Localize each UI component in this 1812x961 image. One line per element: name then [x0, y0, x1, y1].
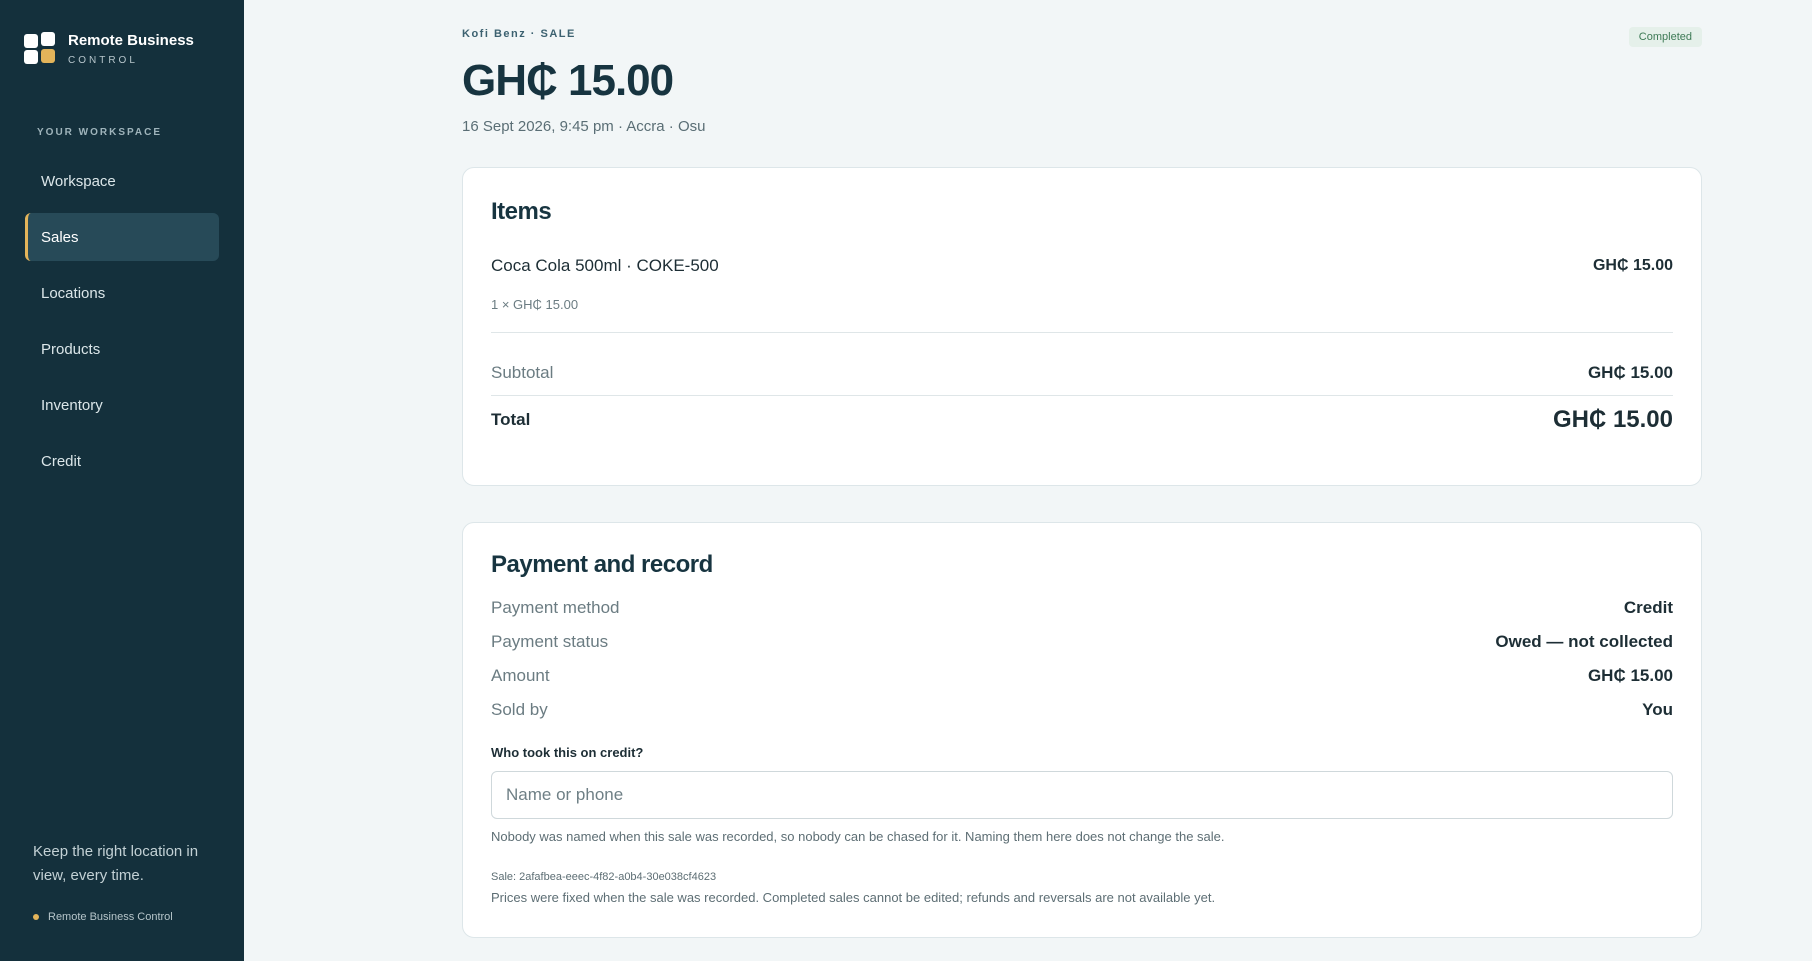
subtotal-row: Subtotal GH₵ 15.00: [491, 363, 1673, 383]
total-value: GH₵ 15.00: [1552, 406, 1673, 433]
list-item: Coca Cola 500ml · COKE-500 GH₵ 15.00: [491, 256, 1673, 276]
brand-logo-icon: [24, 32, 56, 64]
sidebar-item-locations[interactable]: Locations: [25, 269, 219, 317]
sidebar-footer: Remote Business Control: [33, 911, 173, 923]
amount-row: Amount GH₵ 15.00: [491, 666, 1673, 686]
sale-note: Prices were fixed when the sale was reco…: [491, 890, 1216, 905]
page-title: GH₵ 15.00: [462, 56, 674, 105]
divider: [491, 395, 1673, 396]
sold-by-value: You: [1642, 700, 1673, 719]
sidebar-tagline: Keep the right location in view, every t…: [33, 843, 199, 884]
sidebar-item-workspace[interactable]: Workspace: [25, 157, 219, 205]
total-label: Total: [491, 410, 531, 429]
payment-method-label: Payment method: [491, 598, 620, 617]
status-badge: Completed: [1628, 27, 1702, 47]
items-card-title: Items: [491, 198, 552, 225]
credit-customer-label: Who took this on credit?: [491, 745, 644, 760]
sold-by-row: Sold by You: [491, 700, 1673, 720]
payment-card: Payment and record Payment method Credit…: [462, 522, 1702, 938]
subtotal-value: GH₵ 15.00: [1587, 363, 1673, 382]
credit-help-text: Nobody was named when this sale was reco…: [491, 829, 1225, 844]
subtotal-label: Subtotal: [491, 363, 554, 382]
payment-method-row: Payment method Credit: [491, 598, 1673, 618]
status-dot-icon: [33, 914, 39, 920]
sale-id: Sale: 2afafbea-eeec-4f82-a0b4-30e038cf46…: [491, 871, 717, 883]
payment-method-value: Credit: [1623, 598, 1673, 617]
item-name: Coca Cola 500ml · COKE-500: [491, 256, 719, 275]
amount-value: GH₵ 15.00: [1587, 666, 1673, 685]
sidebar: Remote Business CONTROL YOUR WORKSPACE W…: [0, 0, 244, 961]
sidebar-item-products[interactable]: Products: [25, 325, 219, 373]
sidebar-item-inventory[interactable]: Inventory: [25, 381, 219, 429]
items-card: Items Coca Cola 500ml · COKE-500 GH₵ 15.…: [462, 167, 1702, 486]
sale-meta: 16 Sept 2026, 9:45 pm · Accra · Osu: [462, 118, 706, 135]
item-price: GH₵ 15.00: [1592, 257, 1673, 274]
divider: [491, 332, 1673, 333]
sidebar-item-sales[interactable]: Sales: [25, 213, 219, 261]
payment-card-title: Payment and record: [491, 551, 713, 578]
sold-by-label: Sold by: [491, 700, 548, 719]
credit-customer-input[interactable]: [491, 771, 1673, 819]
brand-name: Remote Business: [68, 32, 194, 49]
payment-status-row: Payment status Owed — not collected: [491, 632, 1673, 652]
payment-status-label: Payment status: [491, 632, 609, 651]
sidebar-nav: Workspace Sales Locations Products Inven…: [25, 157, 219, 493]
amount-label: Amount: [491, 666, 550, 685]
sidebar-item-credit[interactable]: Credit: [25, 437, 219, 485]
total-row: Total GH₵ 15.00: [491, 406, 1673, 434]
payment-status-value: Owed — not collected: [1495, 632, 1673, 651]
workspace-section-label: YOUR WORKSPACE: [37, 127, 163, 138]
brand[interactable]: Remote Business CONTROL: [24, 32, 194, 66]
sidebar-footer-label: Remote Business Control: [48, 911, 173, 923]
item-quantity: 1 × GH₵ 15.00: [491, 297, 579, 312]
breadcrumb: Kofi Benz · SALE: [462, 28, 576, 40]
brand-subtitle: CONTROL: [68, 55, 138, 66]
